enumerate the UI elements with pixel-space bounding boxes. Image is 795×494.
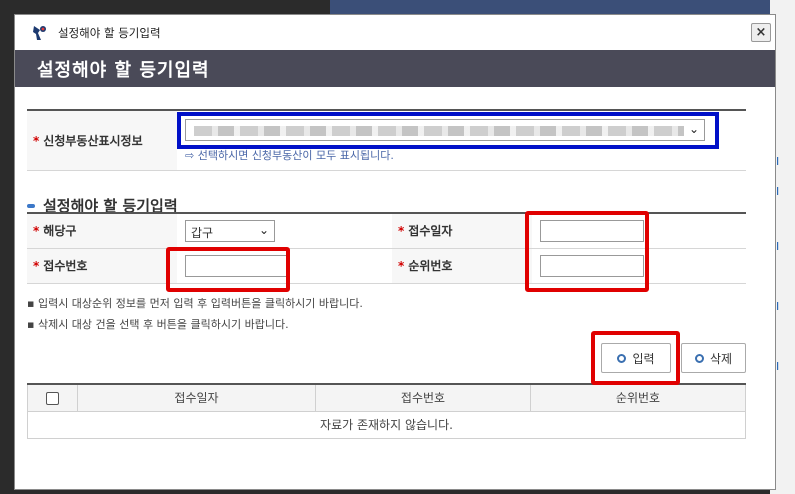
rank-no-label-cell: * 순위번호 [392,248,532,284]
delete-button-label: 삭제 [709,351,733,366]
column-header[interactable]: 접수일자 [77,383,316,412]
notes: ▪ 입력시 대상순위 정보를 먼저 입력 후 입력버튼을 클릭하시기 바랍니다.… [27,293,363,335]
property-label: 신청부동산표시정보 [43,133,143,148]
empty-message: 자료가 존재하지 않습니다. [27,410,746,439]
circle-icon [694,353,704,363]
delete-button[interactable]: 삭제 [681,343,746,373]
note-text: 삭제시 대상 건을 선택 후 버튼을 클릭하시기 바랍니다. [37,318,289,331]
background-mark: I [776,240,780,253]
note-text: 입력시 대상순위 정보를 먼저 입력 후 입력버튼을 클릭하시기 바랍니다. [37,297,363,310]
required-mark: * [398,259,405,273]
highlight-box [525,211,649,292]
close-button[interactable]: × [751,23,771,42]
required-mark: * [33,259,40,273]
background-mark: I [776,155,780,168]
background-topbar [330,0,795,14]
property-hint: ⇨ 선택하시면 신청부동산이 모두 표시됩니다. [185,147,746,163]
receipt-no-label: 접수번호 [43,259,88,273]
background-mark: I [776,300,780,313]
gu-label-cell: * 해당구 [27,213,177,249]
highlight-box [591,331,680,385]
gu-select[interactable]: 갑구 ⌄ [185,219,275,242]
property-hint-text: 선택하시면 신청부동산이 모두 표시됩니다. [197,149,394,163]
note-item: ▪ 입력시 대상순위 정보를 먼저 입력 후 입력버튼을 클릭하시기 바랍니다. [27,297,363,310]
note-item: ▪ 삭제시 대상 건을 선택 후 버튼을 클릭하시기 바랍니다. [27,318,289,331]
table-row: 자료가 존재하지 않습니다. [27,410,746,439]
title-bar[interactable]: 설정해야 할 등기입력 × [15,15,775,50]
receipt-no-label-cell: * 접수번호 [27,248,177,284]
gu-cell: 갑구 ⌄ [177,213,392,249]
header-band: 설정해야 할 등기입력 [15,50,775,87]
receipt-date-label: 접수일자 [408,224,453,239]
grid-header-row: 접수일자 접수번호 순위번호 [27,383,746,412]
arrow-icon: ⇨ [185,149,195,163]
required-mark: * [398,224,405,239]
property-label-cell: * 신청부동산표시정보 [27,110,177,171]
result-grid: 접수일자 접수번호 순위번호 자료가 존재하지 않습니다. [27,383,746,439]
gu-label: 해당구 [43,224,77,239]
column-header[interactable]: 접수번호 [315,383,531,412]
highlight-box [166,247,290,292]
app-logo-icon [30,23,50,43]
background-mark: I [776,185,780,198]
rank-no-label: 순위번호 [408,259,453,273]
column-header[interactable]: 순위번호 [530,383,746,412]
select-all-checkbox[interactable] [46,391,59,405]
select-all-cell [27,383,78,412]
chevron-down-icon: ⌄ [258,222,269,237]
required-mark: * [33,133,40,148]
window-title: 설정해야 할 등기입력 [58,25,161,40]
highlight-box [177,112,719,149]
required-mark: * [33,224,40,239]
receipt-date-label-cell: * 접수일자 [392,213,532,249]
page-title: 설정해야 할 등기입력 [37,59,210,81]
background-mark: I [776,360,780,373]
modal-dialog: 설정해야 할 등기입력 × 설정해야 할 등기입력 * 신청부동산표시정보 ⌄ ⇨… [14,14,776,490]
gu-select-value: 갑구 [191,225,214,240]
bullet-icon [27,203,35,208]
